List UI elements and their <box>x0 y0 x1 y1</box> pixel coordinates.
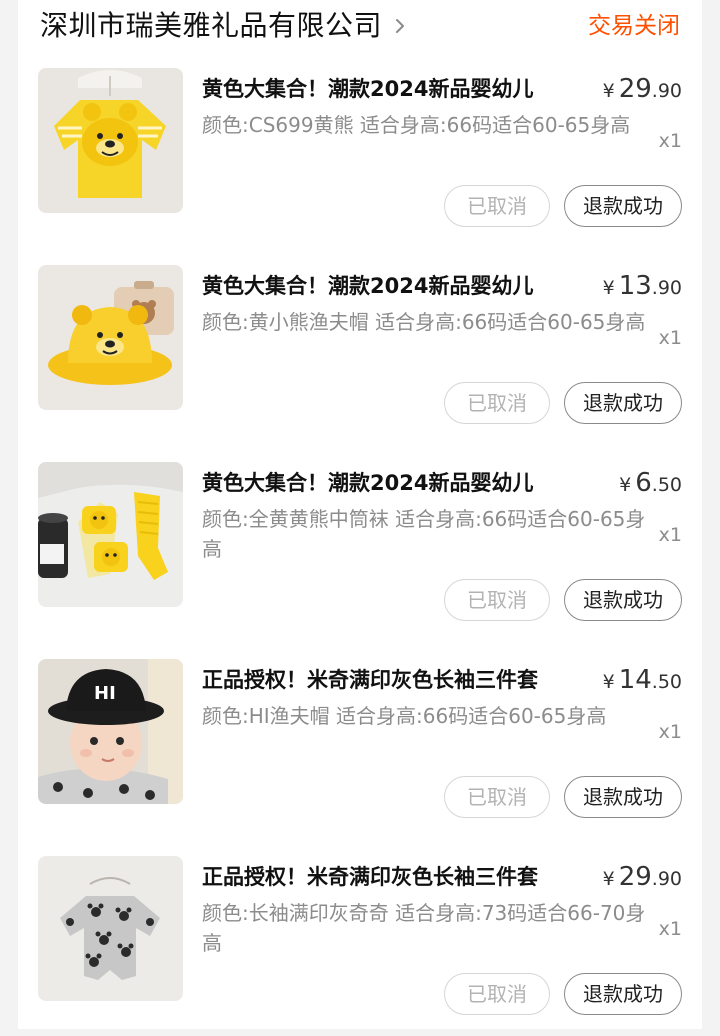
product-title[interactable]: 黄色大集合！潮款2024新品婴幼儿 <box>202 468 562 498</box>
svg-text:HI: HI <box>94 683 116 704</box>
price-decimal: .90 <box>651 80 682 102</box>
order-status: 交易关闭 <box>588 13 680 39</box>
order-card: 深圳市瑞美雅礼品有限公司 交易关闭 黄色大集合！潮款2024新品婴幼儿 ¥ 29… <box>18 0 702 1029</box>
refund-success-button[interactable]: 退款成功 <box>564 185 682 227</box>
cancelled-button[interactable]: 已取消 <box>444 973 550 1015</box>
product-title[interactable]: 正品授权！米奇满印灰色长袖三件套 <box>202 862 562 892</box>
order-item[interactable]: 黄色大集合！潮款2024新品婴幼儿 ¥6.50 颜色:全黄黄熊中筒袜 适合身高:… <box>18 462 702 642</box>
product-price: ¥13.90 <box>603 269 682 306</box>
order-item[interactable]: 黄色大集合！潮款2024新品婴幼儿 ¥29.90 颜色:CS699黄熊 适合身高… <box>18 68 702 248</box>
product-quantity: x1 <box>658 918 682 940</box>
order-item[interactable]: HI 正品授权！米奇满印灰色长袖三件套 ¥14.50 颜色:HI渔夫帽 适合身高… <box>18 659 702 839</box>
cancelled-button[interactable]: 已取消 <box>444 776 550 818</box>
currency-symbol: ¥ <box>602 868 615 890</box>
product-spec: 颜色:CS699黄熊 适合身高:66码适合60-65身高 <box>202 113 631 137</box>
product-spec: 颜色:HI渔夫帽 适合身高:66码适合60-65身高 <box>202 704 607 728</box>
product-price: ¥14.50 <box>603 663 682 700</box>
refund-success-button[interactable]: 退款成功 <box>564 382 682 424</box>
baby-black-bucket-hat-image: HI <box>38 659 183 804</box>
currency-symbol: ¥ <box>602 80 615 102</box>
price-integer: 14 <box>618 665 652 695</box>
product-image[interactable] <box>38 265 183 410</box>
cancelled-button[interactable]: 已取消 <box>444 185 550 227</box>
price-integer: 29 <box>618 74 652 104</box>
price-decimal: .90 <box>651 277 682 299</box>
product-image[interactable] <box>38 68 183 213</box>
cancelled-button[interactable]: 已取消 <box>444 579 550 621</box>
yellow-bear-romper-image <box>38 68 183 213</box>
order-item[interactable]: 正品授权！米奇满印灰色长袖三件套 ¥29.90 颜色:长袖满印灰奇奇 适合身高:… <box>18 856 702 1036</box>
product-quantity: x1 <box>658 130 682 152</box>
product-quantity: x1 <box>658 524 682 546</box>
yellow-bear-socks-image <box>38 462 183 607</box>
product-image[interactable]: HI <box>38 659 183 804</box>
product-spec: 颜色:长袖满印灰奇奇 适合身高:73码适合66-70身高 <box>202 901 646 955</box>
price-integer: 29 <box>618 862 652 892</box>
order-header: 深圳市瑞美雅礼品有限公司 交易关闭 <box>40 6 680 46</box>
grey-mickey-romper-image <box>38 856 183 1001</box>
price-integer: 6 <box>635 468 652 498</box>
product-title[interactable]: 正品授权！米奇满印灰色长袖三件套 <box>202 665 562 695</box>
product-title[interactable]: 黄色大集合！潮款2024新品婴幼儿 <box>202 74 562 104</box>
product-title[interactable]: 黄色大集合！潮款2024新品婴幼儿 <box>202 271 562 301</box>
cancelled-button[interactable]: 已取消 <box>444 382 550 424</box>
product-price: ¥29.90 <box>603 860 682 897</box>
product-image[interactable] <box>38 462 183 607</box>
product-image[interactable] <box>38 856 183 1001</box>
price-decimal: .50 <box>651 671 682 693</box>
yellow-bear-bucket-hat-image <box>38 265 183 410</box>
price-decimal: .50 <box>651 474 682 496</box>
price-decimal: .90 <box>651 868 682 890</box>
refund-success-button[interactable]: 退款成功 <box>564 579 682 621</box>
product-quantity: x1 <box>658 327 682 349</box>
shop-name[interactable]: 深圳市瑞美雅礼品有限公司 <box>40 6 382 46</box>
currency-symbol: ¥ <box>602 671 615 693</box>
product-spec: 颜色:全黄黄熊中筒袜 适合身高:66码适合60-65身高 <box>202 507 646 561</box>
chevron-right-icon[interactable] <box>392 18 408 34</box>
refund-success-button[interactable]: 退款成功 <box>564 776 682 818</box>
product-price: ¥29.90 <box>603 72 682 109</box>
refund-success-button[interactable]: 退款成功 <box>564 973 682 1015</box>
product-price: ¥6.50 <box>619 466 682 503</box>
price-integer: 13 <box>618 271 652 301</box>
product-spec: 颜色:黄小熊渔夫帽 适合身高:66码适合60-65身高 <box>202 310 646 334</box>
product-quantity: x1 <box>658 721 682 743</box>
currency-symbol: ¥ <box>602 277 615 299</box>
currency-symbol: ¥ <box>619 474 632 496</box>
order-item[interactable]: 黄色大集合！潮款2024新品婴幼儿 ¥13.90 颜色:黄小熊渔夫帽 适合身高:… <box>18 265 702 445</box>
